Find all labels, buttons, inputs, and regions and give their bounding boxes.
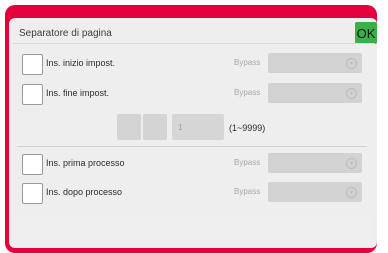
page-count-range: (1~9999) — [229, 123, 266, 133]
start-setting-checkbox[interactable] — [22, 54, 43, 75]
section-divider — [17, 146, 367, 147]
end-setting-label: Ins. fine impost. — [46, 88, 110, 98]
bottom-area — [13, 216, 373, 242]
end-setting-checkbox[interactable] — [22, 84, 43, 105]
start-setting-label: Ins. inizio impost. — [46, 58, 116, 68]
dialog-title: Separatore di pagina — [19, 28, 112, 39]
decrement-button[interactable] — [117, 114, 141, 140]
start-setting-tray-label: Bypass — [234, 58, 261, 67]
ok-button[interactable]: OK — [355, 22, 377, 44]
chevron-down-icon: ▾ — [346, 187, 357, 198]
increment-button[interactable] — [143, 114, 167, 140]
after-process-label: Ins. dopo processo — [46, 187, 123, 197]
after-process-checkbox[interactable] — [22, 183, 43, 204]
before-process-label: Ins. prima processo — [46, 158, 125, 168]
page-count-field[interactable]: 1 — [172, 114, 224, 140]
after-process-tray-label: Bypass — [234, 187, 261, 196]
after-process-tray-select[interactable]: ▾ — [268, 182, 362, 202]
chevron-down-icon: ▾ — [346, 88, 357, 99]
before-process-tray-label: Bypass — [234, 158, 261, 167]
end-setting-tray-select[interactable]: ▾ — [268, 83, 362, 103]
start-setting-tray-select[interactable]: ▾ — [268, 53, 362, 73]
title-divider — [13, 43, 375, 44]
before-process-checkbox[interactable] — [22, 154, 43, 175]
page-count-value: 1 — [178, 123, 183, 132]
chevron-down-icon: ▾ — [346, 158, 357, 169]
chevron-down-icon: ▾ — [346, 58, 357, 69]
end-setting-tray-label: Bypass — [234, 88, 261, 97]
before-process-tray-select[interactable]: ▾ — [268, 153, 362, 173]
